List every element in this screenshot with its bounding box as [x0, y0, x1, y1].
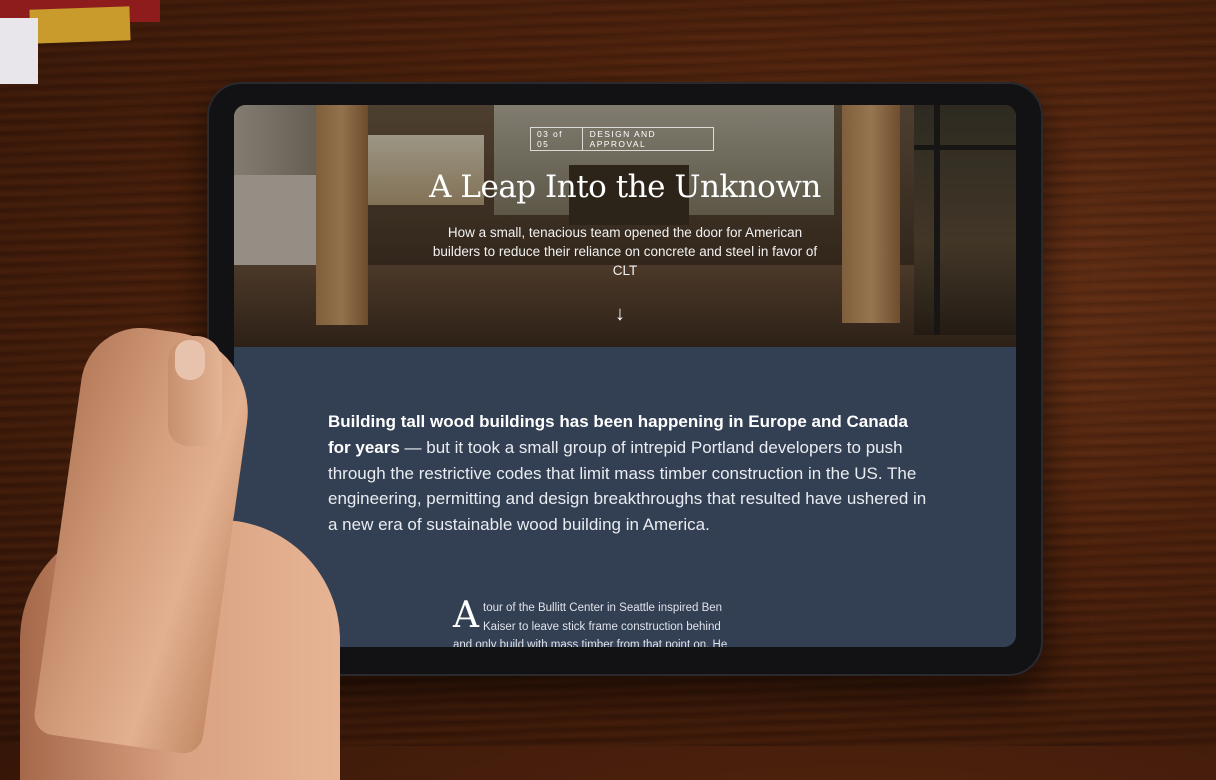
white-paper: [0, 18, 38, 84]
body-text: tour of the Bullitt Center in Seattle in…: [453, 602, 728, 647]
lead-paragraph: Building tall wood buildings has been ha…: [328, 409, 928, 538]
chapter-section: DESIGN AND APPROVAL: [589, 129, 657, 149]
down-arrow-icon[interactable]: ↓: [615, 303, 625, 326]
hero-image: 03 of 05 DESIGN AND APPROVAL A Leap Into…: [234, 105, 1016, 347]
tablet-device: 03 of 05 DESIGN AND APPROVAL A Leap Into…: [207, 82, 1043, 676]
body-paragraph: Atour of the Bullitt Center in Seattle i…: [453, 595, 743, 648]
tablet-screen: 03 of 05 DESIGN AND APPROVAL A Leap Into…: [234, 105, 1016, 647]
article-subtitle: How a small, tenacious team opened the d…: [432, 225, 818, 278]
article-title: A Leap Into the Unknown: [429, 169, 821, 205]
thumbnail: [175, 340, 205, 380]
chapter-tag: 03 of 05 DESIGN AND APPROVAL: [530, 127, 714, 151]
chapter-number: 03 of 05: [531, 128, 583, 150]
drop-cap: A: [453, 595, 479, 636]
yellow-paper: [29, 6, 131, 44]
lead-rest: — but it took a small group of intrepid …: [328, 437, 927, 535]
